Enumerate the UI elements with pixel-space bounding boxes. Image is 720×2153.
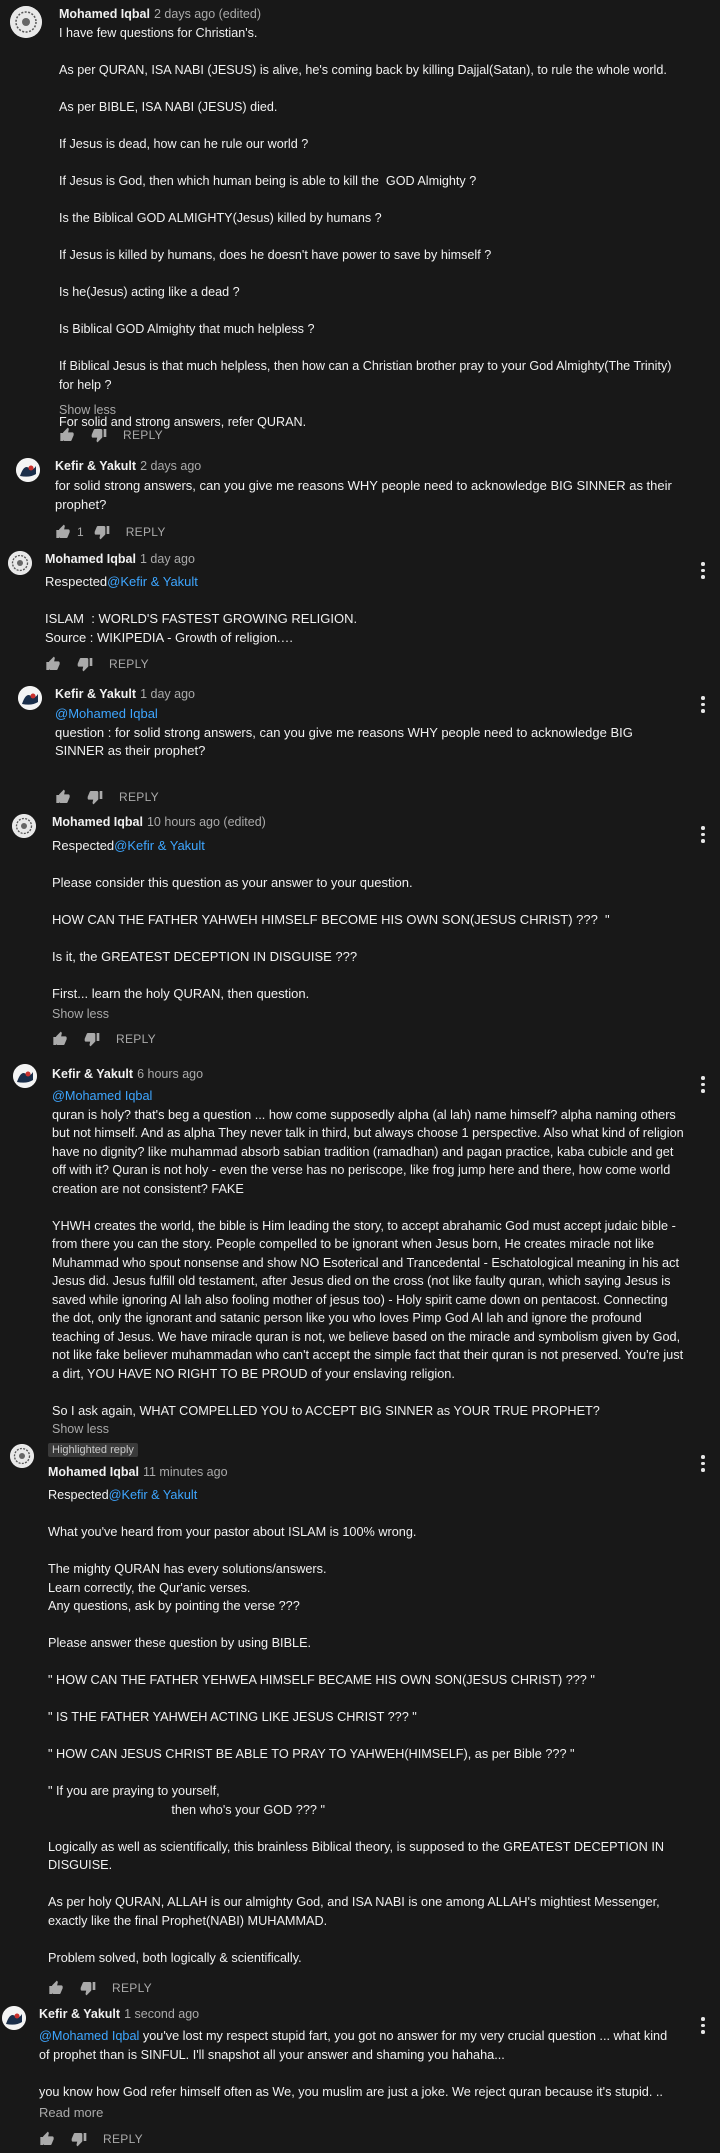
dislike-icon[interactable] bbox=[71, 2131, 87, 2147]
like-icon[interactable] bbox=[45, 656, 61, 672]
more-options-icon[interactable] bbox=[700, 562, 706, 582]
like-count: 1 bbox=[77, 525, 84, 539]
comment-actions: REPLY bbox=[59, 426, 163, 444]
like-icon[interactable] bbox=[52, 1031, 68, 1047]
mention-link[interactable]: @Mohamed Iqbal bbox=[55, 705, 685, 724]
comment-actions: 1 REPLY bbox=[55, 523, 166, 541]
reply-button[interactable]: REPLY bbox=[112, 1981, 152, 1995]
comment-text: I have few questions for Christian's. As… bbox=[59, 26, 675, 429]
like-icon[interactable] bbox=[59, 427, 75, 443]
comment-text: @Mohamed Iqbal question : for solid stro… bbox=[55, 705, 685, 761]
dislike-icon[interactable] bbox=[91, 427, 107, 443]
comment-timestamp[interactable]: 2 days ago (edited) bbox=[154, 7, 261, 21]
like-icon[interactable] bbox=[48, 1980, 64, 1996]
reply-button[interactable]: REPLY bbox=[119, 790, 159, 804]
comment-text: for solid strong answers, can you give m… bbox=[55, 478, 676, 512]
more-options-icon[interactable] bbox=[700, 826, 706, 846]
comment-timestamp[interactable]: 2 days ago bbox=[140, 459, 201, 473]
more-options-icon[interactable] bbox=[700, 696, 706, 716]
comment-timestamp[interactable]: 11 minutes ago bbox=[143, 1465, 228, 1479]
avatar[interactable] bbox=[18, 686, 42, 710]
dislike-icon[interactable] bbox=[77, 656, 93, 672]
comment-author[interactable]: Mohamed Iqbal 2 days ago (edited) bbox=[59, 7, 261, 21]
like-icon[interactable] bbox=[39, 2131, 55, 2147]
comment-author[interactable]: Kefir & Yakult 1 second ago bbox=[39, 2007, 199, 2021]
comment-actions: REPLY bbox=[39, 2130, 143, 2148]
dislike-icon[interactable] bbox=[87, 789, 103, 805]
dislike-icon[interactable] bbox=[84, 1031, 100, 1047]
mention-link[interactable]: @Kefir & Yakult bbox=[114, 838, 205, 853]
more-options-icon[interactable] bbox=[700, 1455, 706, 1475]
comment-author[interactable]: Mohamed Iqbal 11 minutes ago bbox=[48, 1465, 228, 1479]
more-options-icon[interactable] bbox=[700, 2017, 706, 2037]
reply-button[interactable]: REPLY bbox=[126, 525, 166, 539]
comment-actions: REPLY bbox=[55, 788, 159, 806]
comment-text: @Mohamed Iqbal you've lost my respect st… bbox=[39, 2029, 671, 2099]
dislike-icon[interactable] bbox=[80, 1980, 96, 1996]
comment-text: Respected@Kefir & Yakult Please consider… bbox=[52, 838, 610, 1001]
avatar[interactable] bbox=[10, 1444, 34, 1468]
comment-timestamp[interactable]: 10 hours ago (edited) bbox=[147, 815, 266, 829]
comment-author[interactable]: Mohamed Iqbal 10 hours ago (edited) bbox=[52, 815, 266, 829]
mention-link[interactable]: @Kefir & Yakult bbox=[109, 1488, 198, 1502]
avatar[interactable] bbox=[16, 458, 40, 482]
avatar[interactable] bbox=[13, 1064, 37, 1088]
show-less-button[interactable]: Show less bbox=[52, 1007, 109, 1021]
comment-author[interactable]: Kefir & Yakult 6 hours ago bbox=[52, 1067, 203, 1081]
dislike-icon[interactable] bbox=[94, 524, 110, 540]
comment-actions: REPLY bbox=[52, 1030, 156, 1048]
comment-timestamp[interactable]: 1 second ago bbox=[124, 2007, 199, 2021]
reply-button[interactable]: REPLY bbox=[103, 2132, 143, 2146]
reply-button[interactable]: REPLY bbox=[109, 657, 149, 671]
comment-actions: REPLY bbox=[45, 655, 149, 673]
comment-actions: REPLY bbox=[48, 1979, 152, 1997]
comment-text: Respected@Kefir & Yakult What you've hea… bbox=[48, 1488, 668, 1965]
comment-author[interactable]: Kefir & Yakult 2 days ago bbox=[55, 459, 201, 473]
comment-text: @Mohamed Iqbal quran is holy? that's beg… bbox=[52, 1087, 688, 1418]
mention-link[interactable]: @Kefir & Yakult bbox=[107, 574, 198, 589]
reply-button[interactable]: REPLY bbox=[116, 1032, 156, 1046]
like-icon[interactable] bbox=[55, 524, 71, 540]
comment-timestamp[interactable]: 6 hours ago bbox=[137, 1067, 203, 1081]
avatar[interactable] bbox=[10, 6, 42, 38]
show-less-button[interactable]: Show less bbox=[59, 403, 116, 417]
reply-button[interactable]: REPLY bbox=[123, 428, 163, 442]
highlighted-reply-badge: Highlighted reply bbox=[48, 1443, 138, 1457]
mention-link[interactable]: @Mohamed Iqbal bbox=[52, 1087, 688, 1106]
comment-text: Respected@Kefir & Yakult ISLAM : WORLD'S… bbox=[45, 574, 358, 645]
comment-author[interactable]: Mohamed Iqbal 1 day ago bbox=[45, 552, 195, 566]
avatar[interactable] bbox=[2, 2006, 26, 2030]
more-options-icon[interactable] bbox=[700, 1076, 706, 1096]
like-icon[interactable] bbox=[55, 789, 71, 805]
comment-timestamp[interactable]: 1 day ago bbox=[140, 687, 195, 701]
comment-author[interactable]: Kefir & Yakult 1 day ago bbox=[55, 687, 195, 701]
show-less-button[interactable]: Show less bbox=[52, 1422, 109, 1436]
comment-timestamp[interactable]: 1 day ago bbox=[140, 552, 195, 566]
avatar[interactable] bbox=[12, 814, 36, 838]
avatar[interactable] bbox=[8, 551, 32, 575]
read-more-button[interactable]: Read more bbox=[39, 2105, 103, 2120]
mention-link[interactable]: @Mohamed Iqbal bbox=[39, 2029, 139, 2043]
